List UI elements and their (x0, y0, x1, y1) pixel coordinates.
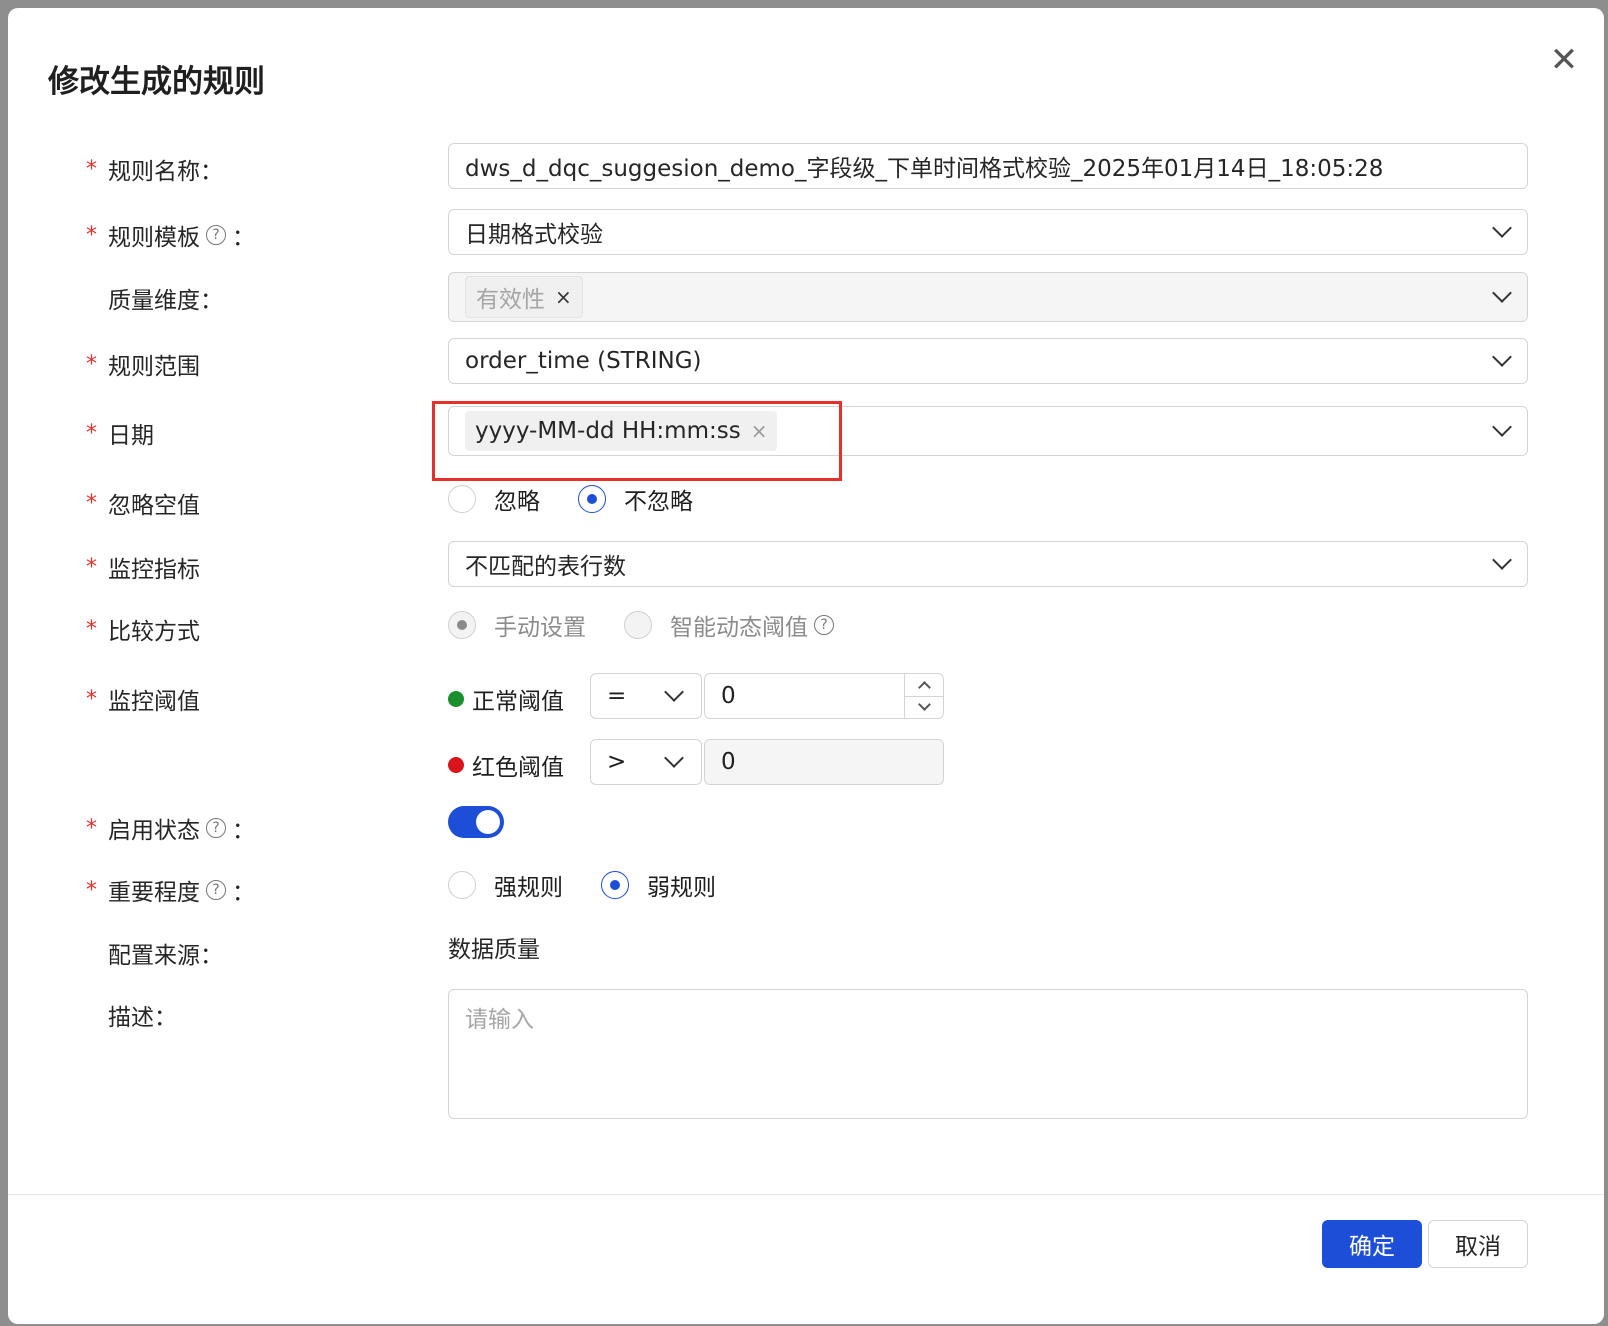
metric-label: * 监控指标 (86, 554, 200, 584)
date-label: * 日期 (86, 420, 154, 450)
required-mark: * (86, 156, 97, 182)
rule-scope-label: * 规则范围 (86, 351, 200, 381)
red-dot-icon (448, 757, 464, 773)
chevron-down-icon (664, 748, 684, 768)
confirm-button[interactable]: 确定 (1322, 1220, 1422, 1268)
description-textarea[interactable]: 请输入 (448, 989, 1528, 1119)
rule-scope-select[interactable]: order_time (STRING) (448, 338, 1528, 384)
chevron-up-icon (917, 680, 931, 694)
quality-dimension-label: 质量维度： (108, 288, 223, 314)
red-threshold-label: 红色阈值 (448, 748, 564, 782)
footer-divider (8, 1194, 1604, 1195)
help-icon[interactable]: ? (206, 818, 226, 838)
chevron-down-icon (1492, 347, 1512, 367)
radio-circle-disabled (624, 611, 652, 639)
radio-circle[interactable] (448, 871, 476, 899)
description-label: 描述： (108, 1005, 177, 1031)
radio-weak-rule[interactable]: 弱规则 (601, 868, 716, 902)
radio-circle-selected[interactable] (601, 871, 629, 899)
importance-radio-group: 强规则 弱规则 (448, 868, 754, 902)
edit-rule-dialog: 修改生成的规则 ✕ * 规则名称： dws_d_dqc_suggesion_de… (8, 8, 1604, 1324)
radio-not-ignore[interactable]: 不忽略 (578, 482, 693, 516)
chevron-down-icon (1492, 550, 1512, 570)
required-mark: * (86, 420, 97, 446)
tag-remove-icon[interactable]: × (555, 285, 572, 309)
config-source-label: 配置来源： (108, 943, 223, 969)
importance-label: * 重要程度 ? ： (86, 877, 255, 907)
threshold-label: * 监控阈值 (86, 686, 200, 716)
required-mark: * (86, 686, 97, 712)
required-mark: * (86, 490, 97, 516)
chevron-down-icon (1492, 417, 1512, 437)
dialog-title: 修改生成的规则 (48, 64, 265, 100)
chevron-down-icon (917, 698, 931, 712)
help-icon[interactable]: ? (814, 615, 834, 635)
compare-method-label: * 比较方式 (86, 616, 200, 646)
green-dot-icon (448, 691, 464, 707)
quality-dimension-tag: 有效性 × (465, 276, 583, 318)
radio-smart-threshold: 智能动态阈值 ? (624, 608, 834, 642)
required-mark: * (86, 351, 97, 377)
help-icon[interactable]: ? (206, 225, 226, 245)
cancel-button[interactable]: 取消 (1428, 1220, 1528, 1268)
normal-threshold-input[interactable]: 0 (704, 673, 944, 719)
stepper-down[interactable] (905, 695, 943, 719)
required-mark: * (86, 616, 97, 642)
required-mark: * (86, 222, 97, 248)
radio-circle-selected[interactable] (578, 485, 606, 513)
radio-strong-rule[interactable]: 强规则 (448, 868, 563, 902)
ignore-null-radio-group: 忽略 不忽略 (448, 482, 731, 516)
normal-threshold-label: 正常阈值 (448, 682, 564, 716)
radio-manual: 手动设置 (448, 608, 586, 642)
rule-name-label: * 规则名称： (86, 156, 223, 186)
stepper-up[interactable] (905, 674, 943, 696)
quality-dimension-select[interactable]: 有效性 × (448, 272, 1528, 322)
radio-circle-selected-disabled (448, 611, 476, 639)
highlight-box (432, 401, 842, 481)
help-icon[interactable]: ? (206, 880, 226, 900)
quantity-stepper[interactable] (904, 674, 943, 718)
chevron-down-icon (1492, 218, 1512, 238)
compare-method-radio-group: 手动设置 智能动态阈值 ? (448, 608, 872, 642)
required-mark: * (86, 877, 97, 903)
enabled-label: * 启用状态 ? ： (86, 815, 255, 845)
required-mark: * (86, 554, 97, 580)
radio-ignore[interactable]: 忽略 (448, 482, 540, 516)
close-icon[interactable]: ✕ (1546, 42, 1582, 78)
red-threshold-input[interactable]: 0 (704, 739, 944, 785)
chevron-down-icon (1492, 283, 1512, 303)
config-source-value: 数据质量 (448, 937, 540, 963)
radio-circle[interactable] (448, 485, 476, 513)
ignore-null-label: * 忽略空值 (86, 490, 200, 520)
metric-select[interactable]: 不匹配的表行数 (448, 541, 1528, 587)
chevron-down-icon (664, 682, 684, 702)
rule-template-label: * 规则模板 ? ： (86, 222, 255, 252)
normal-operator-select[interactable]: = (590, 673, 702, 719)
enabled-toggle[interactable] (448, 806, 504, 838)
rule-template-select[interactable]: 日期格式校验 (448, 209, 1528, 255)
rule-name-input[interactable]: dws_d_dqc_suggesion_demo_字段级_下单时间格式校验_20… (448, 143, 1528, 189)
red-operator-select[interactable]: > (590, 739, 702, 785)
required-mark: * (86, 815, 97, 841)
